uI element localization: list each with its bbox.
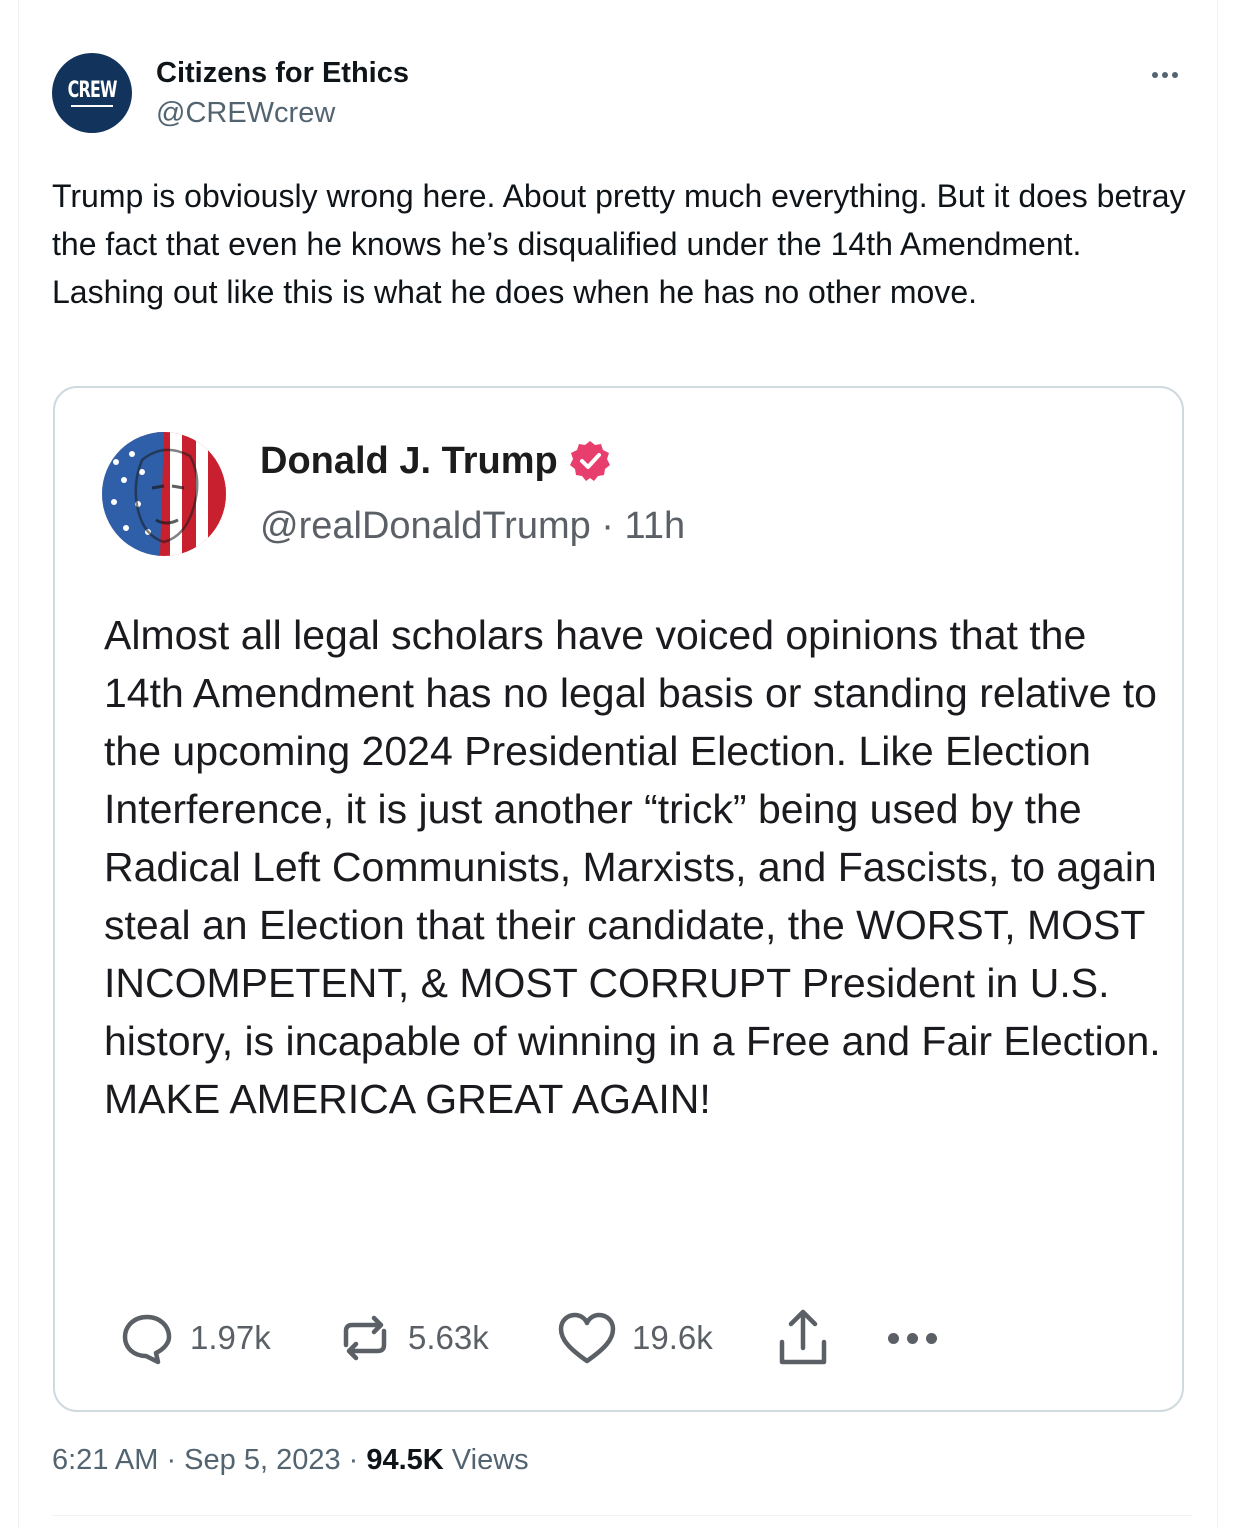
more-options-button[interactable]	[1144, 60, 1186, 90]
share-button[interactable]	[774, 1306, 832, 1370]
share-icon	[779, 1309, 827, 1365]
repost-button[interactable]: 5.63k	[336, 1309, 489, 1367]
ellipsis-icon-dot	[926, 1332, 937, 1344]
flag-portrait-icon	[102, 432, 226, 556]
quoted-author-name-text: Donald J. Trump	[260, 439, 558, 482]
tweet-meta: 6:21 AM · Sep 5, 2023 · 94.5K Views	[52, 1444, 529, 1477]
timestamp[interactable]: 6:21 AM · Sep 5, 2023 ·	[52, 1444, 366, 1476]
repost-count: 5.63k	[408, 1319, 489, 1356]
quoted-more-button[interactable]	[888, 1308, 937, 1368]
reply-icon	[122, 1314, 172, 1365]
verified-badge-icon	[569, 441, 610, 481]
author-avatar[interactable]: CREW	[52, 53, 132, 133]
quoted-post-text: Almost all legal scholars have voiced op…	[104, 612, 1161, 1122]
quoted-author-name[interactable]: Donald J. Trump	[260, 439, 612, 483]
author-handle[interactable]: @CREWcrew	[156, 97, 335, 130]
author-name[interactable]: Citizens for Ethics	[156, 57, 409, 90]
quoted-author-avatar[interactable]	[102, 432, 226, 556]
quoted-author-handle[interactable]: @realDonaldTrump · 11h	[260, 505, 685, 548]
repost-icon	[343, 1315, 387, 1361]
views-label: Views	[443, 1444, 529, 1476]
views-count[interactable]: 94.5K	[366, 1444, 443, 1476]
ellipsis-icon-dot	[907, 1332, 918, 1344]
tweet-text: Trump is obviously wrong here. About pre…	[52, 178, 1186, 310]
crew-logo-rule	[71, 104, 113, 107]
heart-icon	[558, 1312, 616, 1364]
reply-button[interactable]: 1.97k	[118, 1309, 271, 1367]
like-count: 19.6k	[632, 1319, 713, 1356]
ellipsis-icon-dot	[1172, 72, 1178, 78]
ellipsis-icon	[1152, 72, 1158, 78]
like-button[interactable]: 19.6k	[556, 1309, 713, 1367]
ellipsis-icon-dot	[1162, 72, 1168, 78]
divider	[52, 1515, 1192, 1516]
ellipsis-icon	[888, 1332, 899, 1344]
reply-count: 1.97k	[190, 1319, 271, 1356]
crew-logo-text: CREW	[67, 77, 117, 103]
